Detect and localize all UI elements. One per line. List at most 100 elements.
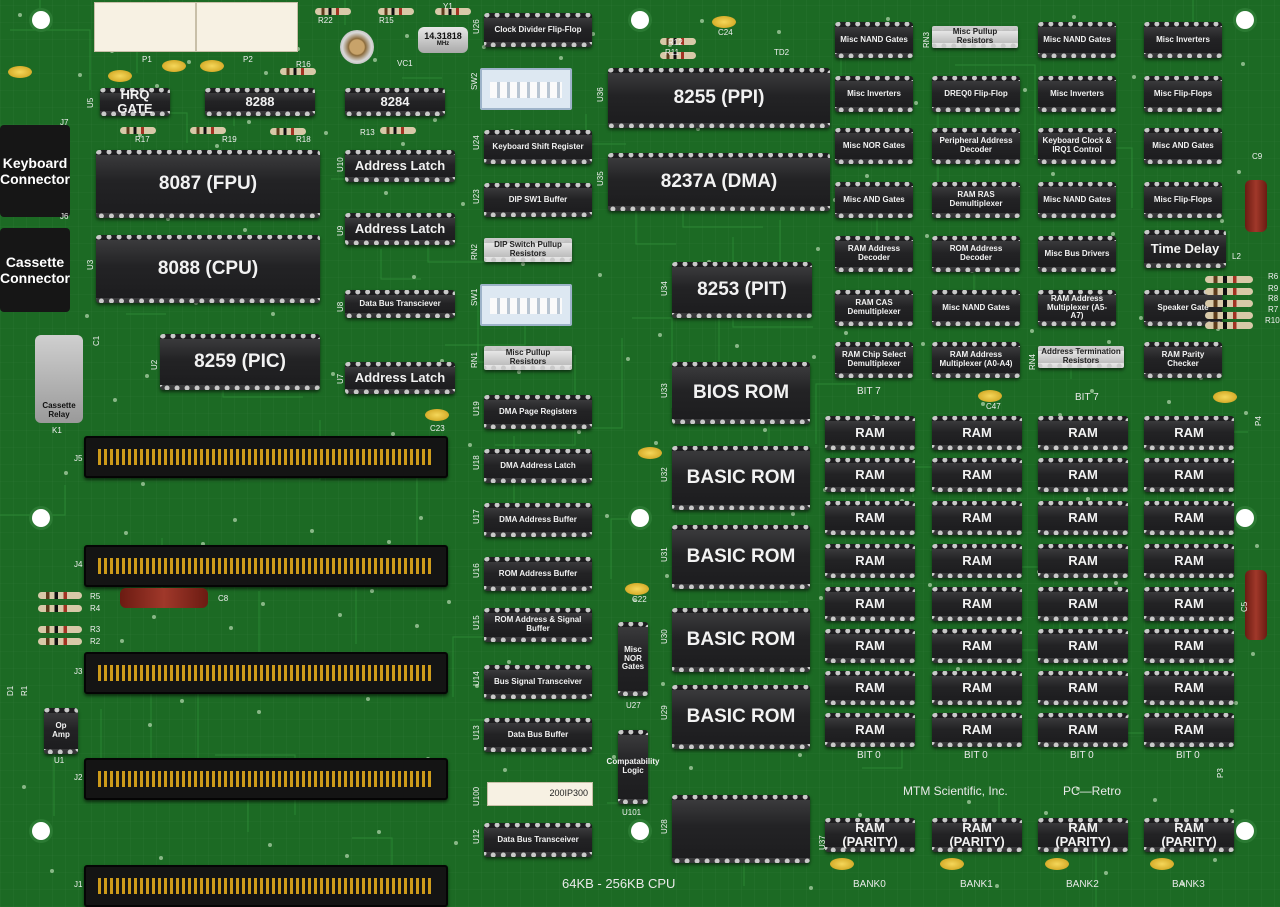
- refdes-r11: R11: [665, 48, 680, 57]
- misc-nor-gates-u27: Misc NOR Gates: [618, 622, 648, 696]
- ram-chip-bank3-bit6: RAM: [1144, 458, 1234, 492]
- trace: [352, 837, 393, 868]
- ram-chip-label: RAM: [855, 679, 885, 695]
- refdes-u19: U19: [472, 401, 481, 416]
- misc-flip-flops-u96: Misc Flip-Flops: [1144, 182, 1222, 218]
- ram-chip-bank1-bit2: RAM: [932, 629, 1022, 663]
- refdes-r12: R12: [668, 38, 683, 47]
- expansion-slot-j5[interactable]: [84, 436, 448, 478]
- resistor: [315, 8, 351, 15]
- misc-flip-flops-u96-label: Misc Flip-Flops: [1153, 194, 1213, 204]
- via: [700, 19, 704, 23]
- ram-chip-label: RAM: [855, 509, 885, 525]
- resistor: [435, 8, 471, 15]
- expansion-slot-j4[interactable]: [84, 545, 448, 587]
- via: [1220, 219, 1224, 223]
- refdes-u3: U3: [86, 259, 95, 270]
- via: [777, 30, 781, 34]
- trace: [380, 249, 421, 280]
- via: [981, 402, 985, 406]
- cassette-connector[interactable]: Cassette Connector: [0, 228, 70, 312]
- variable-capacitor-vc1[interactable]: [340, 30, 374, 64]
- address-latch-u7-label: Address Latch: [354, 369, 446, 385]
- ram-address-multiplexer-a0-a4-chip-label: RAM Address Multiplexer (A0-A4): [939, 350, 1013, 368]
- ram-chip-bank2-bit1: RAM: [1038, 671, 1128, 705]
- via: [215, 144, 219, 148]
- rom-address-decoder-chip: ROM Address Decoder: [932, 236, 1020, 272]
- 8255-ppi-chip-label: 8255 (PPI): [673, 86, 765, 108]
- dma-page-registers-chip: DMA Page Registers: [484, 395, 592, 429]
- refdes-j6: J6: [60, 212, 69, 221]
- via: [517, 370, 521, 374]
- dip-switch-sw1[interactable]: [480, 284, 572, 326]
- resistor: [1205, 312, 1253, 319]
- bios-rom-chip-label: BIOS ROM: [692, 381, 790, 403]
- via: [447, 600, 451, 604]
- refdes-r22: R22: [318, 16, 333, 25]
- via: [626, 357, 630, 361]
- via: [967, 800, 971, 804]
- address-termination-resistors-label: Address Termination Resistors: [1041, 347, 1121, 365]
- via: [914, 101, 918, 105]
- ram-parity-chip-bank3: RAM (PARITY): [1144, 818, 1234, 852]
- via: [865, 174, 869, 178]
- ram-chip-label: RAM: [1174, 424, 1204, 440]
- refdes-u27: U27: [626, 701, 641, 710]
- via: [928, 583, 932, 587]
- expansion-slot-j2[interactable]: [84, 758, 448, 800]
- address-latch-u10: Address Latch: [345, 150, 455, 182]
- bus-signal-transceiver-chip: Bus Signal Transceiver: [484, 665, 592, 699]
- via: [689, 766, 693, 770]
- ram-chip-label: RAM: [1068, 637, 1098, 653]
- via: [559, 56, 563, 60]
- keyboard-clock-irq1-control-chip-label: Keyboard Clock & IRQ1 Control: [1042, 136, 1112, 154]
- refdes-c24: C24: [718, 28, 733, 37]
- refdes-r15: R15: [379, 16, 394, 25]
- refdes-u2: U2: [150, 359, 159, 370]
- dip-switch-sw2[interactable]: [480, 68, 572, 110]
- refdes-vc1: VC1: [397, 59, 413, 68]
- refdes-c47: C47: [986, 402, 1001, 411]
- data-bus-buffer-chip-label: Data Bus Buffer: [507, 729, 569, 739]
- resistor: [38, 592, 82, 599]
- refdes-r1: R1: [20, 685, 29, 696]
- basic-rom-u32: BASIC ROM: [672, 446, 810, 510]
- misc-nor-gates-u50-label: Misc NOR Gates: [842, 140, 906, 150]
- dreqo-flip-flop-chip: DREQ0 Flip-Flop: [932, 76, 1020, 112]
- ram-chip-bank0-bit4: RAM: [825, 544, 915, 578]
- expansion-slot-j3[interactable]: [84, 652, 448, 694]
- via: [925, 234, 929, 238]
- ram-ras-demultiplexer-chip-label: RAM RAS Demultiplexer: [949, 190, 1003, 208]
- via: [763, 428, 767, 432]
- ram-chip-label: RAM: [855, 552, 885, 568]
- misc-and-gates-u97: Misc AND Gates: [1144, 128, 1222, 164]
- ram-chip-label: RAM: [1174, 721, 1204, 737]
- mounting-hole: [631, 509, 649, 527]
- misc-and-gates-u49: Misc AND Gates: [835, 182, 913, 218]
- rom-address-signal-buffer-chip: ROM Address & Signal Buffer: [484, 608, 592, 642]
- bios-rom-chip: BIOS ROM: [672, 362, 810, 424]
- clock-divider-chip-label: Clock Divider Flip-Flop: [494, 24, 582, 34]
- refdes-u14: U14: [472, 671, 481, 686]
- refdes-u33: U33: [660, 383, 669, 398]
- ram-parity-checker-chip-label: RAM Parity Checker: [1161, 350, 1205, 368]
- refdes-u17: U17: [472, 509, 481, 524]
- expansion-slot-j1[interactable]: [84, 865, 448, 907]
- via: [370, 589, 374, 593]
- refdes-j7: J7: [60, 118, 69, 127]
- ram-chip-bank3-bit1: RAM: [1144, 671, 1234, 705]
- via: [605, 514, 609, 518]
- ram-chip-label: RAM: [1068, 509, 1098, 525]
- resistor: [38, 638, 82, 645]
- bit0-label: BIT 0: [857, 750, 881, 761]
- refdes-r3: R3: [90, 625, 101, 634]
- via: [310, 529, 314, 533]
- misc-inverters-u83: Misc Inverters: [1038, 76, 1116, 112]
- bus-signal-transceiver-chip-label: Bus Signal Transceiver: [493, 676, 583, 686]
- misc-pullup-resistors-rn1-label: Misc Pullup Resistors: [505, 348, 551, 366]
- keyboard-connector[interactable]: Keyboard Connector: [0, 125, 70, 217]
- via: [1104, 871, 1108, 875]
- ram-chip-bank0-bit7: RAM: [825, 416, 915, 450]
- via: [1251, 652, 1255, 656]
- via: [654, 441, 658, 445]
